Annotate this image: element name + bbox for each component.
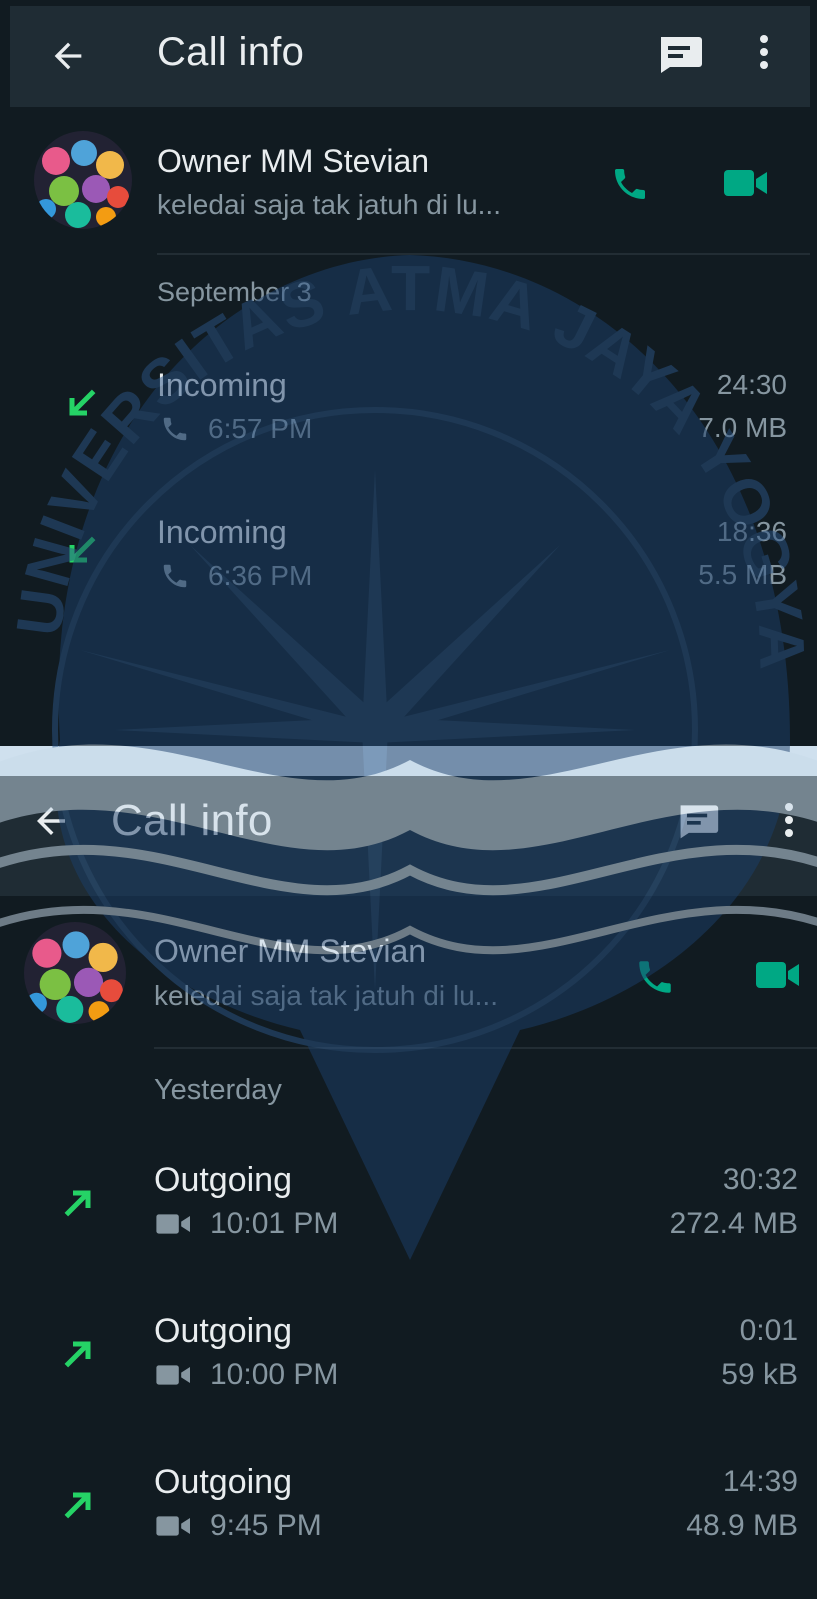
call-time-text: 9:45 PM: [210, 1509, 322, 1542]
page-title: Call info: [157, 30, 305, 74]
date-label: Yesterday: [154, 1074, 282, 1106]
page-title: Call info: [111, 796, 273, 845]
call-time: 9:45 PM: [156, 1509, 322, 1543]
outgoing-call-arrow-icon: [64, 1341, 91, 1368]
call-time: 6:36 PM: [160, 560, 312, 592]
message-icon[interactable]: [656, 34, 704, 74]
phone-icon: [163, 564, 187, 588]
app-bar: Call info: [0, 776, 817, 896]
call-time: 10:01 PM: [156, 1207, 338, 1241]
call-row[interactable]: Incoming 6:57 PM 24:30 7.0 MB: [10, 361, 810, 471]
call-info-screen-1: Call info Owner MM Stevian keledai saja …: [0, 0, 817, 746]
call-row[interactable]: Outgoing 9:45 PM 14:39 48.9 MB: [0, 1463, 817, 1573]
call-time-text: 10:00 PM: [210, 1358, 339, 1391]
contact-status: keledai saja tak jatuh di lu...: [157, 189, 501, 220]
call-type: Outgoing: [154, 1161, 292, 1199]
data-size: 272.4 MB: [669, 1207, 798, 1240]
data-size: 48.9 MB: [686, 1509, 798, 1542]
more-options-icon[interactable]: [780, 800, 798, 840]
call-time-text: 6:57 PM: [208, 413, 313, 444]
back-arrow-icon[interactable]: [48, 36, 88, 76]
contact-status: keledai saja tak jatuh di lu...: [154, 980, 498, 1011]
outgoing-call-arrow-icon: [64, 1492, 91, 1519]
more-options-icon[interactable]: [755, 32, 773, 72]
divider: [154, 1047, 817, 1049]
call-row[interactable]: Outgoing 10:01 PM 30:32 272.4 MB: [0, 1161, 817, 1271]
call-type: Incoming: [157, 367, 287, 403]
call-row[interactable]: Incoming 6:36 PM 18:36 5.5 MB: [10, 508, 810, 618]
voice-call-button-icon[interactable]: [610, 164, 650, 204]
screenshot-separator: [0, 746, 817, 776]
voice-call-button-icon[interactable]: [634, 956, 676, 998]
call-type: Outgoing: [154, 1312, 292, 1350]
divider: [157, 253, 810, 255]
call-row[interactable]: Outgoing 10:00 PM 0:01 59 kB: [0, 1312, 817, 1422]
call-duration: 14:39: [722, 1465, 798, 1498]
call-duration: 24:30: [716, 369, 787, 400]
avatar[interactable]: [24, 922, 126, 1024]
call-duration: 0:01: [739, 1314, 798, 1347]
videocam-icon: [156, 1365, 190, 1385]
call-time: 10:00 PM: [156, 1358, 338, 1392]
avatar[interactable]: [34, 131, 132, 229]
phone-icon: [163, 417, 187, 441]
call-info-screen-2: Call info Owner MM Stevian keledai saja …: [0, 776, 817, 1599]
videocam-icon: [156, 1214, 190, 1234]
data-size: 59 kB: [721, 1358, 798, 1391]
videocam-icon: [156, 1516, 190, 1536]
call-type: Incoming: [157, 514, 287, 550]
call-duration: 30:32: [722, 1163, 798, 1196]
call-duration: 18:36: [716, 516, 787, 547]
contact-name[interactable]: Owner MM Stevian: [157, 143, 429, 180]
outgoing-call-arrow-icon: [64, 1190, 91, 1217]
data-size: 5.5 MB: [698, 559, 787, 590]
message-icon[interactable]: [676, 802, 720, 840]
video-call-button-icon[interactable]: [756, 960, 800, 990]
call-type: Outgoing: [154, 1463, 292, 1501]
incoming-call-arrow-icon: [69, 389, 96, 416]
call-time-text: 10:01 PM: [210, 1207, 339, 1240]
app-bar: Call info: [10, 6, 810, 107]
date-label: September 3: [157, 277, 312, 307]
call-time: 6:57 PM: [160, 413, 312, 445]
data-size: 7.0 MB: [698, 412, 787, 443]
call-time-text: 6:36 PM: [208, 560, 313, 591]
video-call-button-icon[interactable]: [724, 168, 768, 198]
back-arrow-icon[interactable]: [30, 800, 72, 842]
incoming-call-arrow-icon: [69, 536, 96, 563]
contact-name[interactable]: Owner MM Stevian: [154, 933, 426, 970]
